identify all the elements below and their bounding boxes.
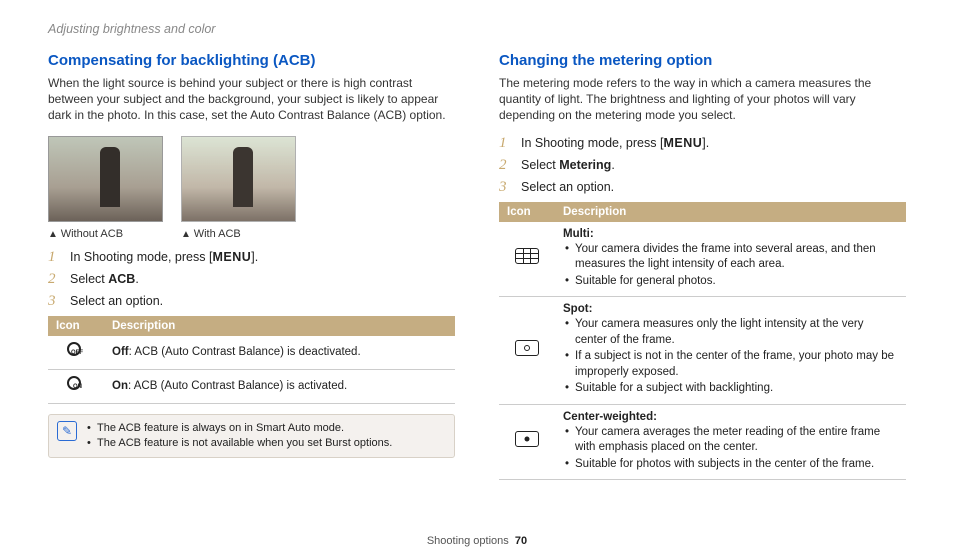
met-bullet: Suitable for photos with subjects in the… xyxy=(563,457,898,473)
acb-table: Icon Description Off: ACB (Auto Contrast… xyxy=(48,316,455,404)
note-line: The ACB feature is always on in Smart Au… xyxy=(87,421,392,436)
page-footer: Shooting options 70 xyxy=(0,535,954,547)
metering-title: Changing the metering option xyxy=(499,52,906,69)
table-row: On: ACB (Auto Contrast Balance) is activ… xyxy=(48,369,455,403)
photo-row: Without ACB With ACB xyxy=(48,136,455,240)
acb-step2-bold: ACB xyxy=(108,272,135,286)
met-step1-post: ]. xyxy=(702,136,709,150)
note-icon: ✎ xyxy=(57,421,77,441)
acb-th-icon: Icon xyxy=(48,316,104,336)
acb-row-bold: Off xyxy=(112,346,129,358)
note-box: ✎ The ACB feature is always on in Smart … xyxy=(48,414,455,459)
met-row-title: Multi: xyxy=(563,228,594,240)
acb-on-icon xyxy=(65,376,87,392)
met-step2-pre: Select xyxy=(521,158,559,172)
table-row: Center-weighted: Your camera averages th… xyxy=(499,404,906,480)
col-left: Compensating for backlighting (ACB) When… xyxy=(48,52,455,480)
menu-button-label: MENU xyxy=(212,250,251,264)
note-line: The ACB feature is not available when yo… xyxy=(87,436,392,451)
footer-section: Shooting options xyxy=(427,535,509,547)
met-bullet: Suitable for general photos. xyxy=(563,274,898,290)
met-bullet: Your camera divides the frame into sever… xyxy=(563,242,898,273)
menu-button-label: MENU xyxy=(663,136,702,150)
acb-step1-pre: In Shooting mode, press [ xyxy=(70,250,212,264)
metering-step-2: Select Metering. xyxy=(499,158,906,172)
table-row: Spot: Your camera measures only the ligh… xyxy=(499,297,906,405)
met-row-title: Spot: xyxy=(563,303,592,315)
metering-step-3: Select an option. xyxy=(499,180,906,194)
met-bullet: If a subject is not in the center of the… xyxy=(563,349,898,380)
photo-without-acb xyxy=(48,136,163,222)
caption-without-acb: Without ACB xyxy=(48,228,163,240)
met-bullet: Your camera averages the meter reading o… xyxy=(563,425,898,456)
acb-row-rest: : ACB (Auto Contrast Balance) is activat… xyxy=(128,380,347,392)
table-row: Multi: Your camera divides the frame int… xyxy=(499,222,906,297)
met-step2-post: . xyxy=(611,158,614,172)
metering-intro: The metering mode refers to the way in w… xyxy=(499,75,906,124)
caption-with-acb: With ACB xyxy=(181,228,296,240)
footer-page-number: 70 xyxy=(515,535,527,547)
acb-steps: In Shooting mode, press [MENU]. Select A… xyxy=(48,250,455,308)
acb-step-1: In Shooting mode, press [MENU]. xyxy=(48,250,455,264)
acb-row-rest: : ACB (Auto Contrast Balance) is deactiv… xyxy=(129,346,361,358)
acb-title: Compensating for backlighting (ACB) xyxy=(48,52,455,69)
acb-intro: When the light source is behind your sub… xyxy=(48,75,455,124)
met-th-icon: Icon xyxy=(499,202,555,222)
metering-step-1: In Shooting mode, press [MENU]. xyxy=(499,136,906,150)
page-header: Adjusting brightness and color xyxy=(48,22,906,36)
table-row: Off: ACB (Auto Contrast Balance) is deac… xyxy=(48,336,455,370)
met-bullet: Suitable for a subject with backlighting… xyxy=(563,381,898,397)
col-right: Changing the metering option The meterin… xyxy=(499,52,906,480)
metering-center-icon xyxy=(515,431,539,447)
met-step1-pre: In Shooting mode, press [ xyxy=(521,136,663,150)
acb-step-3: Select an option. xyxy=(48,294,455,308)
acb-step-2: Select ACB. xyxy=(48,272,455,286)
metering-multi-icon xyxy=(515,248,539,264)
photo-with-acb xyxy=(181,136,296,222)
met-th-desc: Description xyxy=(555,202,906,222)
acb-step2-post: . xyxy=(135,272,138,286)
acb-off-icon xyxy=(65,342,87,358)
acb-step1-post: ]. xyxy=(251,250,258,264)
metering-steps: In Shooting mode, press [MENU]. Select M… xyxy=(499,136,906,194)
acb-step2-pre: Select xyxy=(70,272,108,286)
met-row-title: Center-weighted: xyxy=(563,411,657,423)
acb-th-desc: Description xyxy=(104,316,455,336)
metering-table: Icon Description Multi: Your camera divi… xyxy=(499,202,906,481)
metering-spot-icon xyxy=(515,340,539,356)
acb-row-bold: On xyxy=(112,380,128,392)
met-step2-bold: Metering xyxy=(559,158,611,172)
met-bullet: Your camera measures only the light inte… xyxy=(563,317,898,348)
